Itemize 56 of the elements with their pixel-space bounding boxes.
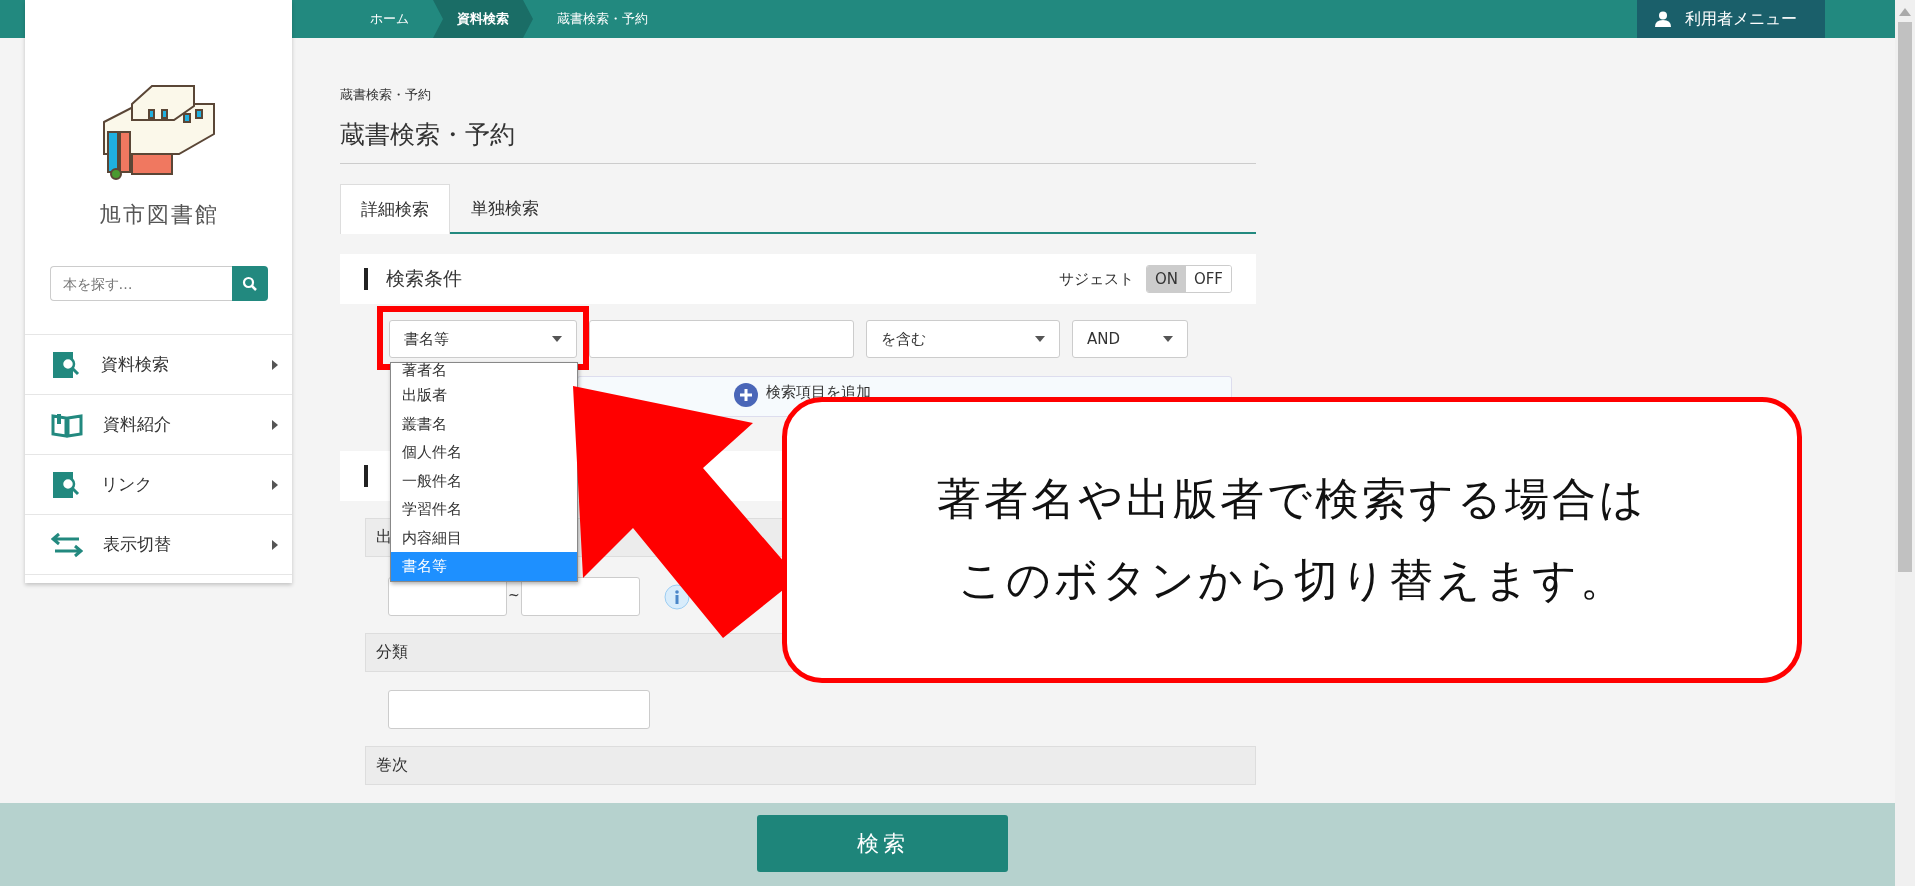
plus-icon — [734, 383, 758, 407]
nav-item[interactable]: 資料検索 — [25, 335, 292, 395]
user-icon — [1655, 11, 1671, 27]
section-title: 検索条件 — [386, 266, 462, 291]
dropdown-option[interactable]: 学習件名 — [391, 495, 577, 524]
caret-right-icon — [272, 479, 278, 490]
dropdown-option[interactable]: 著者名 — [391, 363, 577, 381]
year-to-input[interactable] — [520, 577, 640, 616]
search-button[interactable] — [231, 266, 268, 301]
search-field[interactable]: 本を探す… — [49, 266, 232, 301]
field-select[interactable]: 書名等 — [389, 320, 577, 358]
caret-right-icon — [272, 419, 278, 430]
nav-item[interactable]: 資料紹介 — [25, 395, 292, 455]
text-input[interactable] — [388, 690, 650, 729]
logic-select[interactable]: AND — [1072, 320, 1188, 358]
book-search-icon — [51, 349, 81, 380]
dropdown-option[interactable]: 内容細目 — [391, 523, 577, 552]
caret-right-icon — [272, 539, 278, 550]
dropdown-option[interactable]: 一般件名 — [391, 466, 577, 495]
scroll-thumb[interactable] — [1898, 22, 1912, 572]
dropdown-option[interactable]: 個人件名 — [391, 438, 577, 467]
page-title: 蔵書検索・予約 — [340, 118, 1256, 164]
library-name: 旭市図書館 — [98, 201, 219, 229]
nav-item[interactable]: 表示切替 — [25, 515, 292, 575]
scrollbar[interactable] — [1895, 0, 1915, 886]
caret-right-icon — [272, 359, 278, 370]
swap-arrows-icon — [51, 531, 83, 558]
scroll-up-icon[interactable] — [1899, 8, 1911, 16]
toggle-option[interactable]: ON — [1146, 266, 1186, 292]
breadcrumb-link[interactable]: ホーム — [346, 0, 433, 38]
tab[interactable]: 単独検索 — [450, 184, 560, 232]
range-separator: ~ — [508, 587, 520, 603]
top-bar-strip — [0, 0, 25, 38]
callout-text: このボタンから切り替えます。 — [957, 553, 1627, 607]
field-label: 出 — [376, 527, 392, 548]
breadcrumb-link[interactable]: 資料検索 — [433, 0, 533, 38]
field-label: 巻次 — [376, 755, 408, 776]
match-select[interactable]: を含む — [866, 320, 1060, 358]
dropdown-option[interactable]: 叢書名 — [391, 409, 577, 438]
tab[interactable]: 詳細検索 — [340, 184, 450, 234]
nav-item[interactable]: リンク — [25, 455, 292, 515]
page-breadcrumb: 蔵書検索・予約 — [340, 86, 432, 104]
suggest-label: サジェスト — [1058, 269, 1134, 289]
caret-down-icon — [1163, 336, 1173, 342]
caret-down-icon — [1035, 336, 1045, 342]
field-label: 分類 — [376, 642, 408, 663]
breadcrumb-link[interactable]: 蔵書検索・予約 — [533, 0, 672, 38]
callout-text: 著者名や出版者で検索する場合は — [937, 472, 1647, 526]
keyword-input[interactable] — [589, 320, 854, 358]
dropdown-option[interactable]: 出版者 — [391, 381, 577, 410]
open-book-icon — [51, 411, 83, 438]
book-search-icon — [51, 469, 81, 500]
search-icon — [241, 275, 258, 292]
caret-down-icon — [552, 336, 562, 342]
user-menu-button[interactable]: 利用者メニュー — [1637, 0, 1825, 38]
search-submit-button[interactable]: 検索 — [757, 815, 1008, 872]
